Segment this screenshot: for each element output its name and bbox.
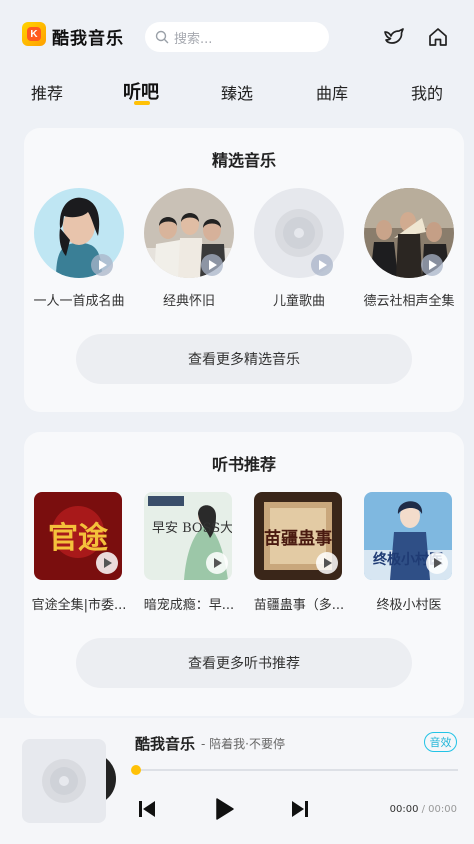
progress-bar[interactable] [135, 769, 458, 771]
player-subtitle: - 陪着我·不要停 [201, 737, 285, 751]
more-audiobooks-button[interactable]: 查看更多听书推荐 [76, 638, 412, 688]
app-name: 酷我音乐 [52, 29, 124, 49]
top-tabs: 推荐 听吧 臻选 曲库 我的 [0, 74, 474, 110]
play-icon[interactable] [96, 552, 118, 574]
tab-library[interactable]: 曲库 [316, 80, 348, 104]
play-icon[interactable] [421, 254, 443, 276]
featured-music-card: 精选音乐 一人一首成名曲 经典怀旧 儿童歌曲 德云社相声全集 查看更多精选音乐 [24, 128, 464, 412]
cover-text: 早安 BOSS大人 [152, 521, 232, 536]
home-icon[interactable] [426, 25, 450, 49]
player-cover[interactable] [22, 739, 106, 823]
player-title: 酷我音乐 [135, 735, 196, 753]
audiobook-title: 听书推荐 [211, 455, 276, 474]
more-featured-music-button[interactable]: 查看更多精选音乐 [76, 334, 412, 384]
bird-icon[interactable] [382, 25, 406, 49]
play-icon[interactable] [201, 254, 223, 276]
current-time: 00:00 [389, 804, 419, 815]
search-icon [155, 30, 169, 44]
tab-mine[interactable]: 我的 [411, 80, 443, 104]
search-input[interactable]: 搜索... [145, 22, 329, 52]
play-icon[interactable] [211, 796, 237, 822]
time-display: 00:00 / 00:00 [390, 804, 457, 815]
cover-text: 苗疆蛊事 [264, 528, 332, 549]
active-tab-indicator [134, 101, 150, 105]
previous-icon[interactable] [134, 796, 160, 822]
mini-player: 酷我音乐 - 陪着我·不要停 音效 00:00 / 00:00 [0, 718, 474, 844]
logo-letter: K [27, 27, 41, 41]
play-icon[interactable] [91, 254, 113, 276]
play-icon[interactable] [316, 552, 338, 574]
playlist-label: 德云社相声全集 [363, 294, 455, 309]
featured-music-title: 精选音乐 [211, 151, 276, 170]
next-icon[interactable] [287, 796, 313, 822]
app-header: K 酷我音乐 搜索... [0, 0, 474, 70]
sound-effect-button[interactable]: 音效 [424, 732, 457, 752]
tab-selected[interactable]: 臻选 [221, 80, 253, 104]
play-icon[interactable] [206, 552, 228, 574]
play-icon[interactable] [311, 254, 333, 276]
cover-text: 官途 [48, 521, 109, 556]
time-separator: / [418, 804, 429, 815]
duration: 00:00 [428, 804, 457, 815]
play-icon[interactable] [426, 552, 448, 574]
audiobook-card: 听书推荐 官途 官途全集|市委... 早安 BOSS大人 暗宠成瘾：早... [24, 432, 464, 716]
progress-knob[interactable] [131, 765, 141, 775]
audiobook-label: 终极小村医 [376, 598, 442, 613]
tab-recommend[interactable]: 推荐 [31, 80, 63, 104]
app-logo-icon: K [22, 22, 46, 46]
search-placeholder: 搜索... [174, 31, 213, 47]
